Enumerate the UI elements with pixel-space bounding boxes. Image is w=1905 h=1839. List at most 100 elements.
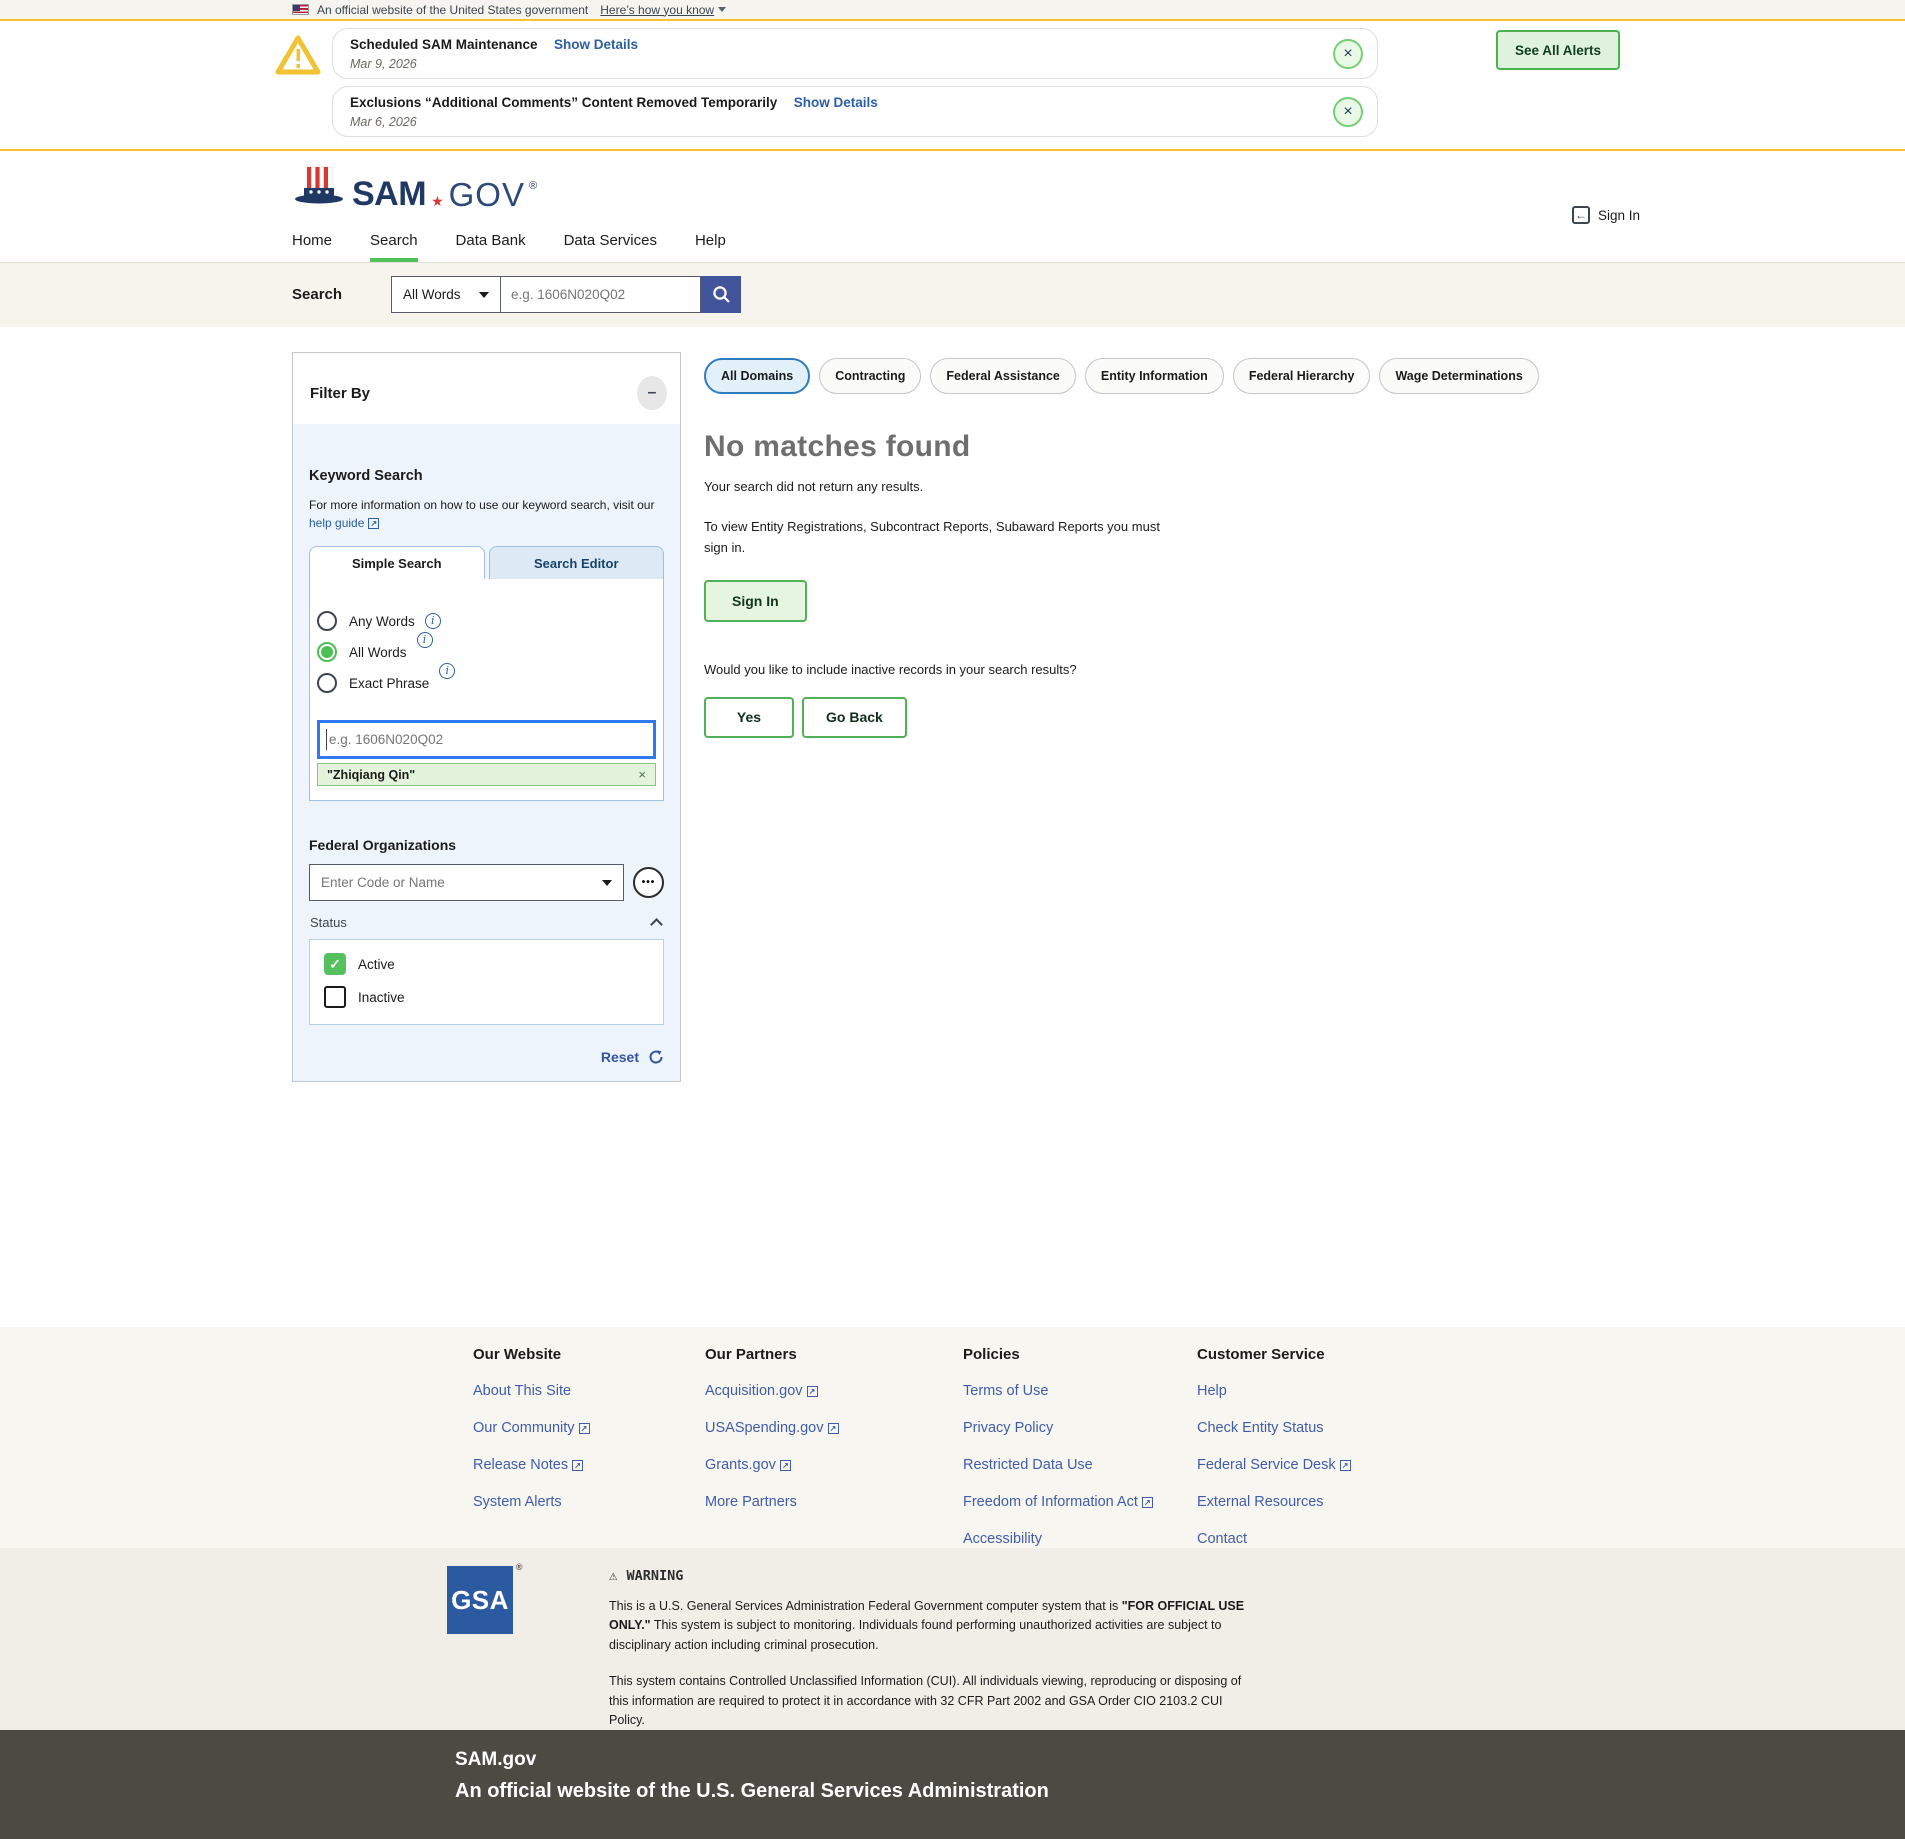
checkbox-empty[interactable] [324,986,346,1008]
footer-link[interactable]: Federal Service Desk↗ [1197,1457,1351,1473]
alert-card: Exclusions “Additional Comments” Content… [332,86,1378,137]
status-card: ✓ Active Inactive [309,939,664,1025]
banner-how-you-know-link[interactable]: Here’s how you know [600,3,726,17]
domain-tab-federal-hierarchy[interactable]: Federal Hierarchy [1233,358,1371,394]
keyword-card: Any Words i All Words i Exact Phrase i [309,579,664,801]
checkbox-inactive[interactable]: Inactive [324,986,649,1008]
close-icon[interactable]: × [1333,97,1363,127]
chevron-down-icon [718,7,726,12]
keyword-search-heading: Keyword Search [309,468,664,484]
search-band-label: Search [292,286,391,303]
uncle-sam-hat-icon [292,164,348,210]
reset-icon [648,1049,664,1065]
footer-link[interactable]: Release Notes↗ [473,1457,583,1473]
external-link-icon: ↗ [1142,1497,1153,1508]
text-cursor [326,729,327,750]
collapse-minus-icon[interactable]: – [637,376,667,410]
status-label: Status [310,915,347,930]
footer-link[interactable]: Accessibility [963,1531,1042,1547]
gsa-registered-mark: ® [516,1562,523,1572]
warning-paragraph-1: This is a U.S. General Services Administ… [609,1597,1257,1655]
footer-link[interactable]: USASpending.gov↗ [705,1420,839,1436]
nav-item-home[interactable]: Home [292,232,332,262]
results-section: All Domains Contracting Federal Assistan… [704,352,1604,738]
domain-tab-contracting[interactable]: Contracting [819,358,921,394]
search-band: Search All Words [0,262,1905,327]
domain-tab-wage-determinations[interactable]: Wage Determinations [1379,358,1538,394]
footer-link[interactable]: System Alerts [473,1494,562,1510]
warning-block: ⚠ WARNING This is a U.S. General Service… [609,1566,1257,1730]
tab-search-editor[interactable]: Search Editor [489,546,665,579]
header-sign-in-link[interactable]: ← Sign In [1572,206,1640,224]
search-button[interactable] [701,276,741,313]
radio-circle[interactable] [317,673,337,693]
footer-heading: Customer Service [1197,1337,1351,1363]
checkbox-active[interactable]: ✓ Active [324,953,649,975]
ellipsis-icon[interactable]: ••• [633,867,664,898]
nav-item-search[interactable]: Search [370,232,418,262]
footer-link[interactable]: External Resources [1197,1494,1324,1510]
footer-link[interactable]: About This Site [473,1383,571,1399]
federal-org-select[interactable]: Enter Code or Name [309,864,624,901]
search-mode-select[interactable]: All Words [391,276,501,313]
tab-simple-search[interactable]: Simple Search [309,546,485,579]
sam-gov-logo[interactable]: SAM ★ GOV ® [292,164,537,210]
footer-link[interactable]: Grants.gov↗ [705,1457,791,1473]
check-icon[interactable]: ✓ [324,953,346,975]
external-link-icon: ↗ [579,1423,590,1434]
warning-heading: WARNING [626,1568,683,1584]
us-flag-icon [292,4,309,15]
help-guide-link[interactable]: help guide↗ [309,516,379,530]
search-input[interactable] [501,276,701,313]
alert-date: Mar 6, 2026 [350,115,878,129]
domain-tab-entity-information[interactable]: Entity Information [1085,358,1224,394]
radio-all-words[interactable]: All Words i [317,642,656,662]
footer-link[interactable]: Our Community↗ [473,1420,590,1436]
footer-links: Our Website About This Site Our Communit… [0,1327,1905,1548]
nav-item-help[interactable]: Help [695,232,726,262]
nav-item-data-services[interactable]: Data Services [564,232,657,262]
footer-link[interactable]: Terms of Use [963,1383,1048,1399]
gov-banner: An official website of the United States… [0,0,1905,21]
info-icon[interactable]: i [425,613,441,629]
alert-title: Scheduled SAM Maintenance [350,37,538,52]
footer-link[interactable]: Acquisition.gov↗ [705,1383,818,1399]
chevron-up-icon[interactable] [650,918,663,931]
domain-tab-federal-assistance[interactable]: Federal Assistance [930,358,1075,394]
radio-circle-selected[interactable] [317,642,337,662]
sign-in-button[interactable]: Sign In [704,580,807,622]
info-icon[interactable]: i [439,663,455,679]
nav-item-data-bank[interactable]: Data Bank [456,232,526,262]
footer-link[interactable]: Help [1197,1383,1227,1399]
close-icon[interactable]: × [1333,39,1363,69]
alert-show-details-link[interactable]: Show Details [794,95,878,110]
see-all-alerts-button[interactable]: See All Alerts [1496,30,1620,70]
footer-link[interactable]: Restricted Data Use [963,1457,1093,1473]
main-content: Filter By – Keyword Search For more info… [0,327,1905,1327]
footer-col-our-partners: Our Partners Acquisition.gov↗ USASpendin… [705,1337,963,1548]
tag-close-icon[interactable]: × [638,767,646,782]
info-icon[interactable]: i [417,632,433,648]
footer-link[interactable]: More Partners [705,1494,797,1510]
logo-registered-mark: ® [529,180,537,192]
footer-link[interactable]: Freedom of Information Act↗ [963,1494,1153,1510]
external-link-icon: ↗ [1340,1460,1351,1471]
footer-link[interactable]: Check Entity Status [1197,1420,1324,1436]
gsa-logo: GSA ® [447,1566,513,1634]
domain-tabs: All Domains Contracting Federal Assistan… [704,358,1604,394]
reset-link[interactable]: Reset [309,1049,664,1065]
radio-exact-phrase[interactable]: Exact Phrase i [317,673,656,693]
yes-button[interactable]: Yes [704,697,794,738]
footer-link[interactable]: Contact [1197,1531,1247,1547]
domain-tab-all-domains[interactable]: All Domains [704,358,810,394]
radio-circle[interactable] [317,611,337,631]
filter-panel: Filter By – Keyword Search For more info… [292,352,681,1082]
warning-triangle-icon [275,34,321,76]
keyword-input[interactable] [317,720,656,759]
alert-show-details-link[interactable]: Show Details [554,37,638,52]
main-nav: Home Search Data Bank Data Services Help [292,232,1905,262]
go-back-button[interactable]: Go Back [802,697,907,738]
radio-any-words[interactable]: Any Words i [317,611,656,631]
alert-title: Exclusions “Additional Comments” Content… [350,95,777,110]
footer-link[interactable]: Privacy Policy [963,1420,1053,1436]
